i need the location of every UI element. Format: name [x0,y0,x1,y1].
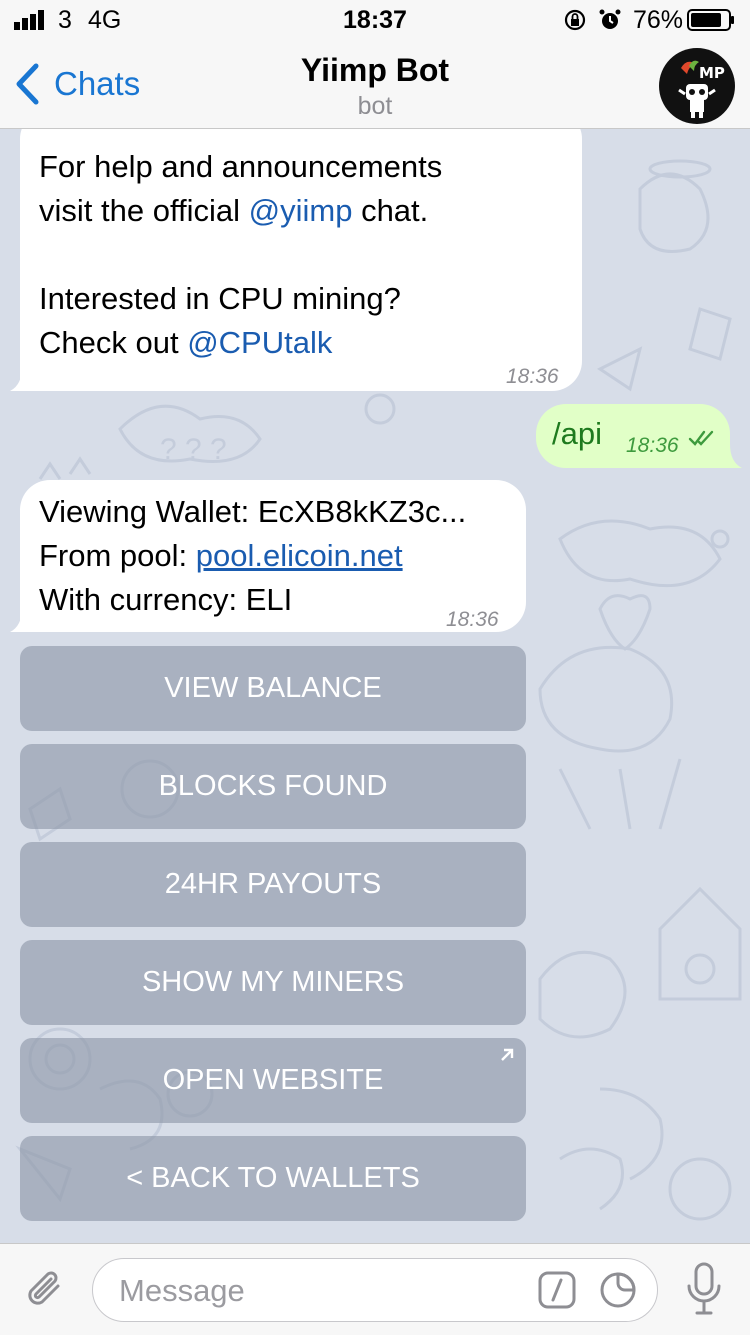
message-time: 18:36 [626,434,679,457]
alarm-icon [599,9,621,29]
open-website-label: OPEN WEBSITE [162,1064,384,1096]
cputalk-link[interactable]: @CPUtalk [187,325,332,360]
orientation-lock-icon [564,9,586,31]
bot-avatar[interactable]: MP [659,48,735,124]
robot-logo-icon: MP [678,60,725,118]
bubble-tail [10,608,34,632]
wallet-info-message[interactable]: Viewing Wallet: EcXB8kKZ3c... From pool:… [20,480,526,632]
yiimp-link[interactable]: @yiimp [249,193,353,228]
bubble-tail [10,367,34,391]
incoming-message[interactable]: For help and announcements visit the off… [20,129,582,391]
bot-command-icon[interactable] [538,1271,576,1309]
view-balance-button[interactable]: VIEW BALANCE [20,646,526,731]
message-line: Interested in CPU mining? [39,281,401,316]
payouts-24hr-button[interactable]: 24HR PAYOUTS [20,842,526,927]
external-link-icon [501,1048,514,1061]
paperclip-icon[interactable] [22,1266,68,1312]
blocks-found-button[interactable]: BLOCKS FOUND [20,744,526,829]
chat-title[interactable]: Yiimp Bot [0,52,750,89]
message-field[interactable] [92,1258,658,1323]
show-my-miners-button[interactable]: SHOW MY MINERS [20,940,526,1025]
message-text: For help and announcements visit the off… [39,145,442,365]
chat-header: Chats Yiimp Bot bot MP [0,40,750,129]
chat-subtitle: bot [357,92,393,120]
message-text: /api [552,416,602,451]
message-line: Viewing Wallet: EcXB8kKZ3c... [39,494,467,529]
microphone-icon[interactable] [684,1262,724,1316]
chat-area[interactable]: ? ? ? For help and announcements visit t… [0,129,750,1243]
message-line: visit the official @yiimp chat. [39,193,429,228]
message-input[interactable] [117,1259,521,1323]
pool-link[interactable]: pool.elicoin.net [196,538,403,573]
message-time: 18:36 [506,365,559,388]
message-line: From pool: pool.elicoin.net [39,538,403,573]
message-line: For help and announcements [39,149,443,184]
message-time: 18:36 [446,608,499,631]
svg-text:? ? ?: ? ? ? [160,433,227,466]
open-website-button[interactable]: OPEN WEBSITE [20,1038,526,1123]
message-text: Viewing Wallet: EcXB8kKZ3c... From pool:… [39,490,466,622]
double-check-icon [688,430,714,446]
sticker-icon[interactable] [599,1271,637,1309]
avatar-logo-text: MP [699,64,725,82]
battery-icon [687,9,734,31]
message-input-bar [0,1243,750,1335]
message-line: With currency: ELI [39,582,293,617]
battery-percent: 76% [633,6,684,34]
back-to-wallets-button[interactable]: < BACK TO WALLETS [20,1136,526,1221]
message-line: Check out @CPUtalk [39,325,333,360]
status-bar: 3 4G 18:37 76% [0,0,750,40]
outgoing-message[interactable]: /api 18:36 [536,404,730,468]
bubble-tail [718,444,742,468]
